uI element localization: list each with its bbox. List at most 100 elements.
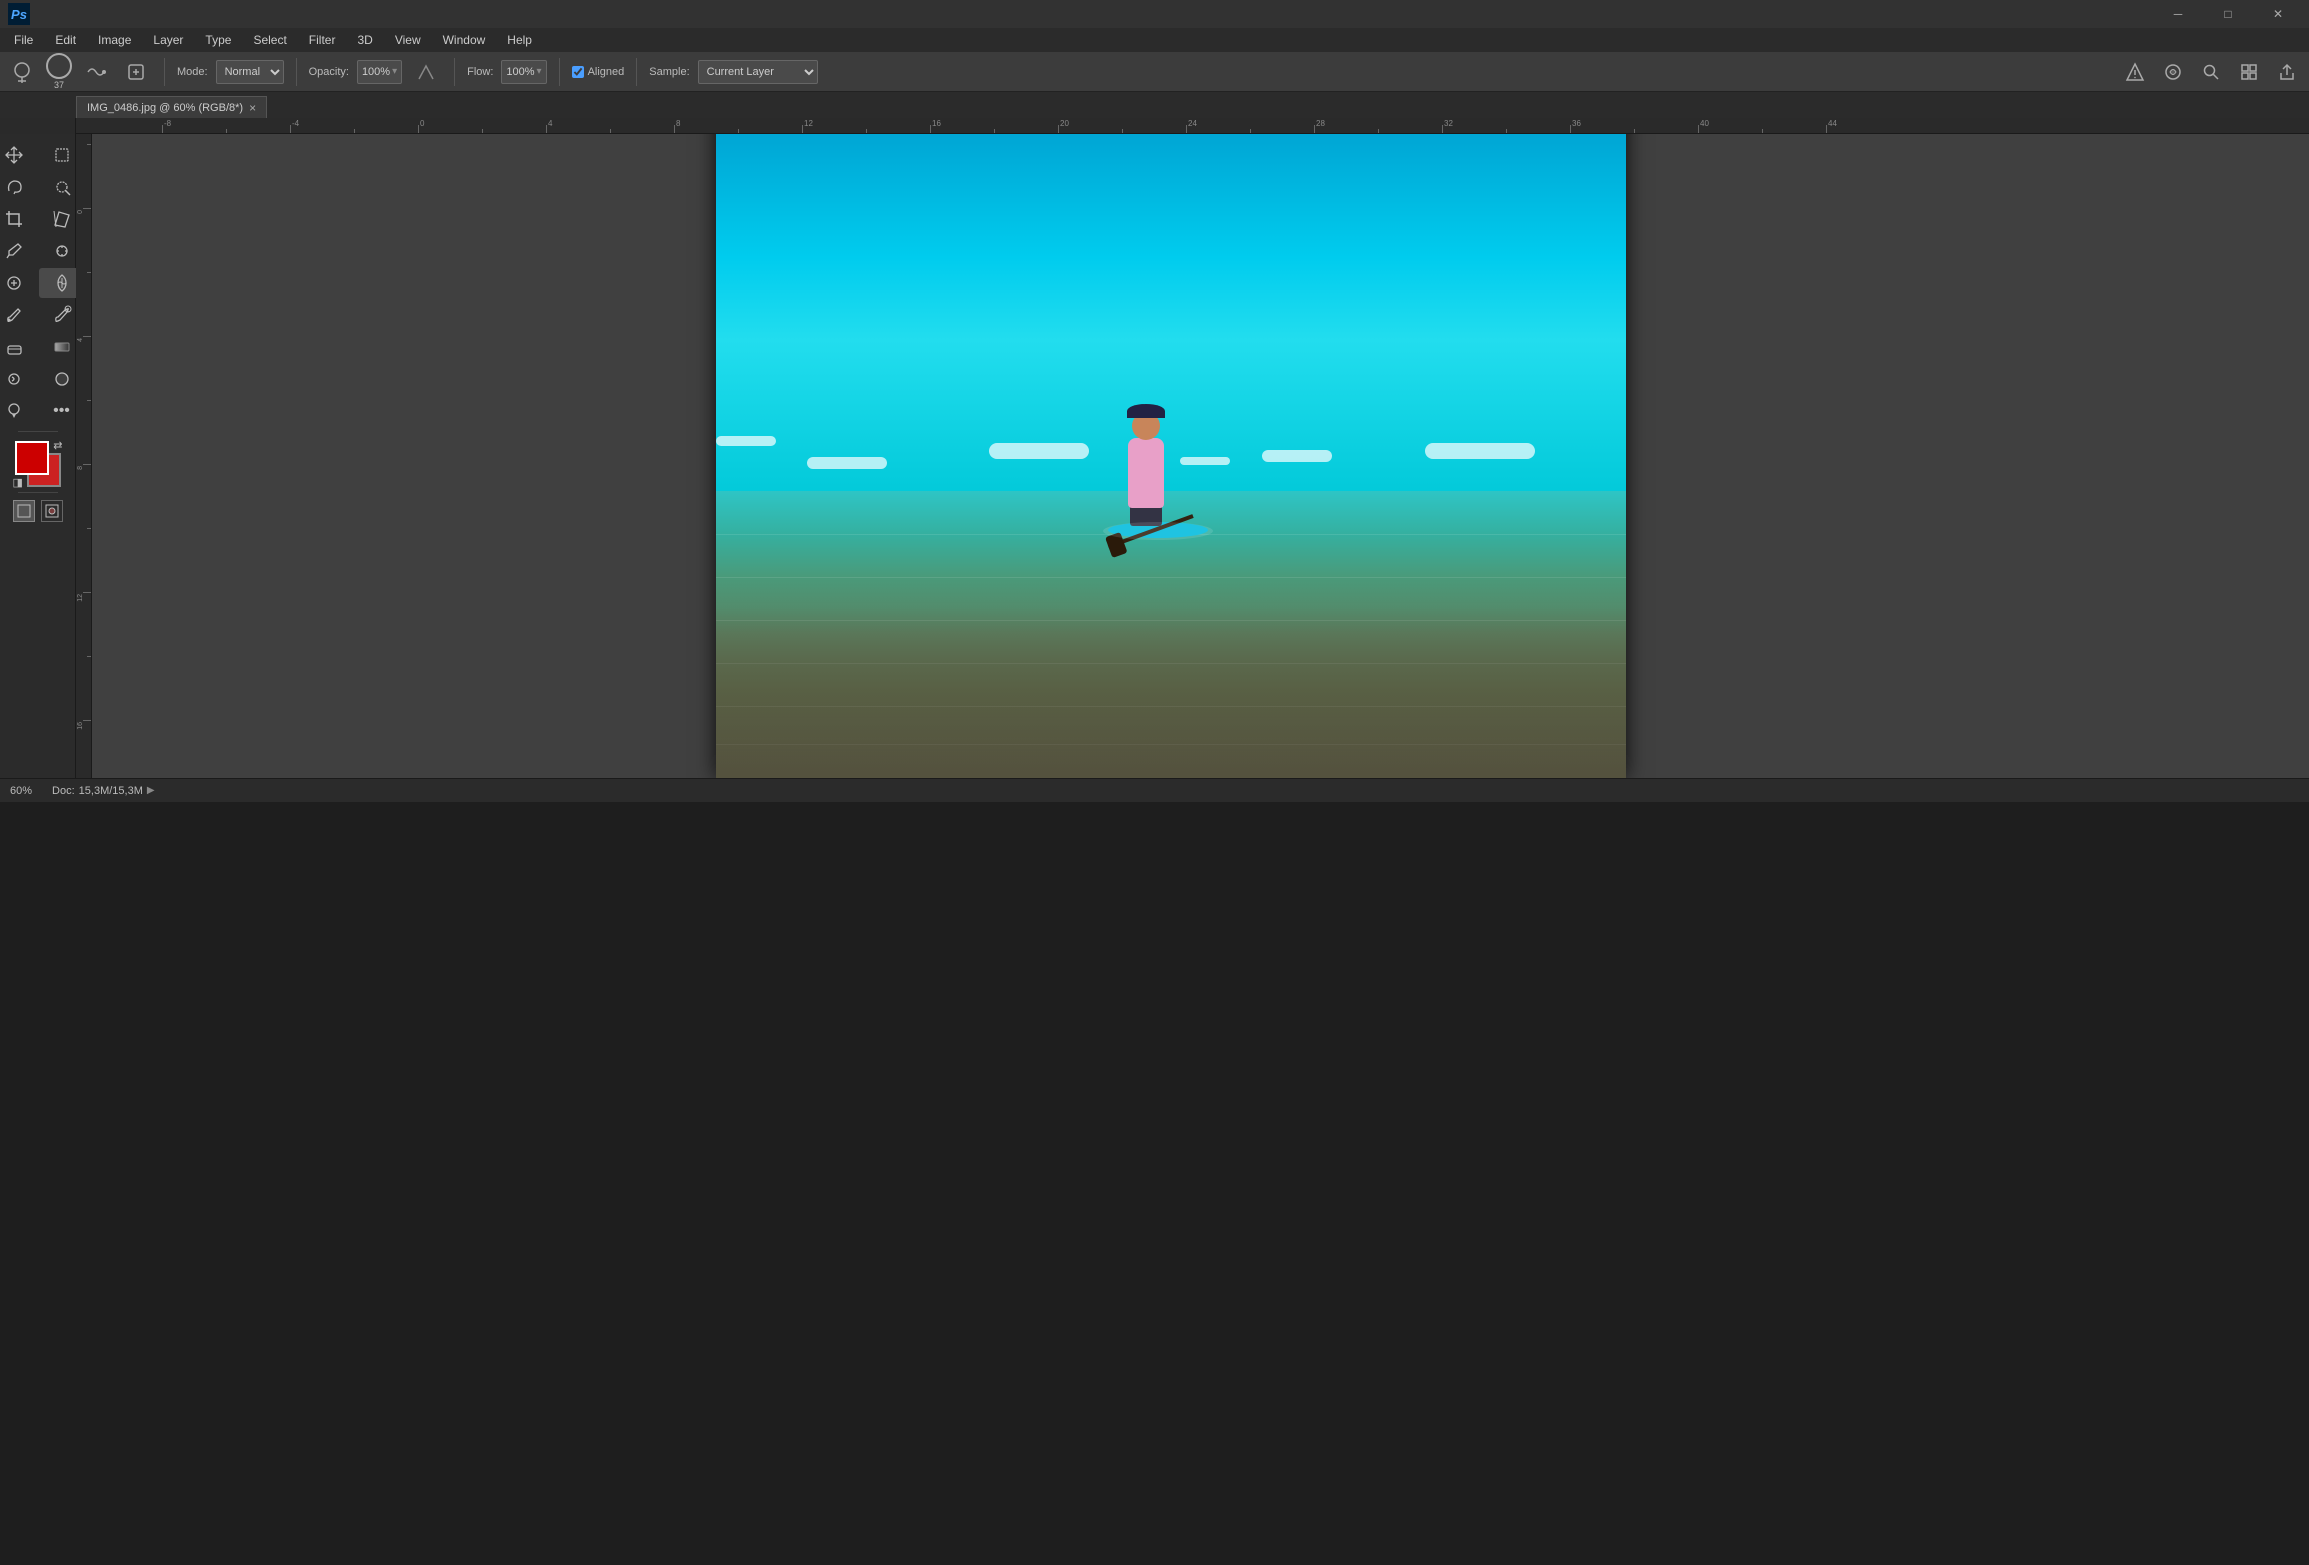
doc-size-status: Doc: 15,3M/15,3M ▶ (52, 785, 155, 797)
menu-bar: File Edit Image Layer Type Select Filter… (0, 28, 2309, 52)
flow-input[interactable]: 100% ▾ (501, 60, 546, 84)
flow-value: 100% (506, 66, 534, 78)
status-bar: 60% Doc: 15,3M/15,3M ▶ (0, 778, 2309, 802)
document-tab-close[interactable]: × (249, 102, 256, 114)
menu-edit[interactable]: Edit (45, 29, 86, 51)
brush-size-circle (46, 53, 72, 79)
tool-row-4 (0, 236, 85, 266)
menu-view[interactable]: View (385, 29, 431, 51)
brush-preset-picker[interactable]: 37 (46, 53, 72, 90)
cloud-3 (1262, 450, 1332, 462)
flow-arrow[interactable]: ▾ (537, 66, 542, 77)
arrange-icon-button[interactable] (2233, 57, 2265, 87)
ruler-top-area: -8-4048121620242832364044 (0, 118, 2309, 134)
airbrush-toggle-icon[interactable] (410, 57, 442, 87)
sample-select[interactable]: Current Layer All Layers Current & Below (698, 60, 818, 84)
crop-tool-button[interactable] (0, 204, 37, 234)
cloud-4 (1425, 443, 1535, 459)
document-tab[interactable]: IMG_0486.jpg @ 60% (RGB/8*) × (76, 96, 267, 118)
lasso-tool-button[interactable] (0, 172, 37, 202)
opacity-input[interactable]: 100% ▾ (357, 60, 402, 84)
tool-preset-picker-button[interactable] (6, 57, 38, 87)
doc-tab-bar: IMG_0486.jpg @ 60% (RGB/8*) × (0, 92, 2309, 118)
aligned-checkbox-label[interactable]: Aligned (572, 66, 625, 78)
title-bar-right: ─ □ ✕ (2155, 0, 2301, 28)
mode-select[interactable]: Normal Darken Lighten Multiply Screen (216, 60, 284, 84)
separator-5 (636, 58, 637, 86)
search-icon-button[interactable] (2195, 57, 2227, 87)
foreground-color-swatch[interactable] (15, 441, 49, 475)
close-button[interactable]: ✕ (2255, 0, 2301, 28)
separator-2 (296, 58, 297, 86)
foreground-rocks (716, 607, 1626, 778)
opacity-label: Opacity: (309, 66, 349, 78)
content-area: -8-4048121620242832364044 (0, 118, 2309, 778)
eyedropper-tool-button[interactable] (0, 236, 37, 266)
ruler-left: 0481216202428 (76, 134, 92, 778)
eraser-tool-button[interactable] (0, 332, 37, 362)
maximize-button[interactable]: □ (2205, 0, 2251, 28)
tool-row-1 (0, 140, 85, 170)
tool-row-6 (0, 300, 85, 330)
aligned-label: Aligned (588, 66, 625, 78)
dodge-tool-button[interactable] (0, 396, 37, 426)
menu-layer[interactable]: Layer (143, 29, 193, 51)
ignore-adj-button[interactable] (2119, 57, 2151, 87)
photo-canvas[interactable] (716, 134, 1626, 778)
options-bar: 37 Mode: Normal Darken Lighten Multiply … (0, 52, 2309, 92)
doc-size-value: 15,3M/15,3M (79, 785, 143, 797)
mode-label: Mode: (177, 66, 208, 78)
menu-file[interactable]: File (4, 29, 43, 51)
menu-select[interactable]: Select (243, 29, 296, 51)
aligned-checkbox[interactable] (572, 66, 584, 78)
smart-heal-button[interactable] (2157, 57, 2189, 87)
tool-row-9: ••• (0, 396, 85, 426)
cloud-6 (716, 436, 776, 446)
person-body (1128, 438, 1164, 508)
menu-image[interactable]: Image (88, 29, 141, 51)
zoom-value: 60% (10, 785, 32, 797)
canvas-workspace[interactable] (92, 134, 2309, 778)
zoom-status[interactable]: 60% (10, 785, 32, 797)
menu-3d[interactable]: 3D (347, 29, 382, 51)
tool-separator-1 (18, 431, 58, 432)
tool-separator-2 (18, 492, 58, 493)
default-colors-icon[interactable]: ◨ (13, 476, 23, 489)
menu-type[interactable]: Type (195, 29, 241, 51)
toggle-airbrush-button[interactable] (80, 57, 112, 87)
tool-row-5 (0, 268, 85, 298)
brush-tool-button[interactable] (0, 300, 37, 330)
mask-mode-row (13, 500, 63, 522)
standard-mode-button[interactable] (13, 500, 35, 522)
share-icon-button[interactable] (2271, 57, 2303, 87)
menu-help[interactable]: Help (497, 29, 542, 51)
right-options (2119, 57, 2303, 87)
menu-filter[interactable]: Filter (299, 29, 346, 51)
switch-colors-icon[interactable]: ⇄ (53, 439, 62, 452)
person-hat (1127, 404, 1165, 418)
document-tab-filename: IMG_0486.jpg @ 60% (RGB/8*) (87, 102, 243, 114)
toggle-cloneoverlay-button[interactable] (120, 57, 152, 87)
separator-4 (559, 58, 560, 86)
main-row: ••• ⇄ ◨ (0, 134, 2309, 778)
opacity-arrow[interactable]: ▾ (392, 66, 397, 77)
title-bar: Ps ─ □ ✕ (0, 0, 2309, 28)
quick-mask-button[interactable] (41, 500, 63, 522)
tool-row-7 (0, 332, 85, 362)
cloud-1 (807, 457, 887, 469)
brush-size-label: 37 (54, 80, 64, 90)
doc-size-arrow[interactable]: ▶ (147, 785, 155, 796)
separator-1 (164, 58, 165, 86)
healing-brush-button[interactable] (0, 268, 37, 298)
opacity-value: 100% (362, 66, 390, 78)
move-tool-button[interactable] (0, 140, 37, 170)
smudge-tool-button[interactable] (0, 364, 37, 394)
minimize-button[interactable]: ─ (2155, 0, 2201, 28)
color-swatch-area: ⇄ ◨ (15, 441, 61, 487)
canvas-container: 0481216202428 (76, 134, 2309, 778)
menu-window[interactable]: Window (433, 29, 496, 51)
sample-label: Sample: (649, 66, 689, 78)
separator-3 (454, 58, 455, 86)
ps-logo-icon: Ps (8, 3, 30, 25)
tool-row-2 (0, 172, 85, 202)
